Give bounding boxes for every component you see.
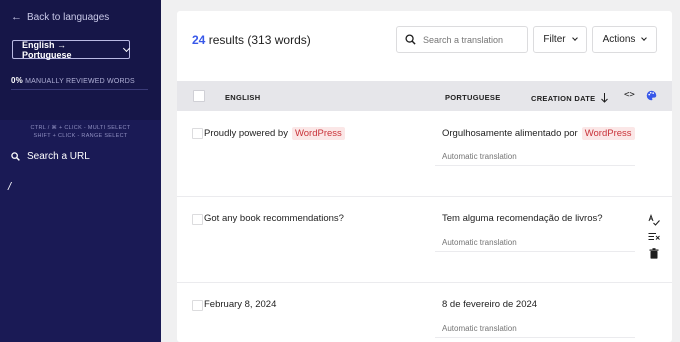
translation-status: Automatic translation <box>442 324 517 333</box>
source-text: Proudly powered by <box>204 128 288 139</box>
column-portuguese: PORTUGUESE <box>445 93 501 102</box>
select-all-checkbox[interactable] <box>193 90 205 102</box>
spellcheck-icon[interactable] <box>648 214 660 226</box>
translation-search[interactable] <box>396 26 528 53</box>
multi-select-hint: CTRL / ⌘ + CLICK - MULTI SELECT <box>30 125 131 131</box>
range-select-hint: SHIFT + CLICK - RANGE SELECT <box>33 133 128 139</box>
creation-date-label: CREATION DATE <box>531 93 596 103</box>
table-header: ENGLISH PORTUGUESE CREATION DATE <> <box>177 81 672 111</box>
translation-status: Automatic translation <box>442 238 517 247</box>
row-checkbox[interactable] <box>192 214 203 225</box>
code-view-icon[interactable]: <> <box>624 90 635 100</box>
translation-search-input[interactable] <box>423 34 523 45</box>
table-row[interactable]: February 8, 2024 8 de fevereiro de 2024 … <box>177 283 672 342</box>
table-row[interactable]: Got any book recommendations? Tem alguma… <box>177 197 672 283</box>
clear-translation-icon[interactable] <box>648 232 660 242</box>
row-checkbox[interactable] <box>192 300 203 311</box>
search-url-label: Search a URL <box>27 151 90 162</box>
source-cell: Proudly powered by WordPress <box>204 127 345 140</box>
results-count: 24 <box>192 33 206 47</box>
language-pair-select[interactable]: English → Portuguese <box>12 39 131 60</box>
filter-button[interactable]: Filter <box>533 26 587 53</box>
reviewed-percent: 0% <box>11 76 23 85</box>
target-text: Tem alguma recomendação de livros? <box>442 213 603 224</box>
language-pair-label: English → Portuguese <box>22 39 72 60</box>
search-icon <box>11 152 20 161</box>
back-to-languages-link[interactable]: ← Back to languages <box>11 11 109 23</box>
trash-icon[interactable] <box>649 248 659 259</box>
placeholder-tag: WordPress <box>291 127 345 140</box>
row-checkbox[interactable] <box>192 128 203 139</box>
target-text: 8 de fevereiro de 2024 <box>442 299 538 310</box>
search-url-button[interactable]: Search a URL <box>11 151 90 162</box>
results-text: results (313 words) <box>208 33 311 47</box>
source-cell: February 8, 2024 <box>204 299 276 310</box>
back-link-label: Back to languages <box>27 11 110 23</box>
row-tools <box>648 214 660 259</box>
target-text: Orgulhosamente alimentado por <box>442 128 578 139</box>
source-text: Got any book recommendations? <box>204 213 344 224</box>
search-icon <box>405 34 416 45</box>
translations-panel: 24 results (313 words) Filter Actions EN… <box>177 11 672 342</box>
source-text: February 8, 2024 <box>204 299 277 310</box>
translation-status: Automatic translation <box>442 152 517 161</box>
results-summary: 24 results (313 words) <box>192 33 311 47</box>
actions-button[interactable]: Actions <box>592 26 657 53</box>
reviewed-progress-bar <box>11 89 148 90</box>
chevron-down-icon <box>571 35 578 41</box>
placeholder-tag: WordPress <box>581 127 635 140</box>
sort-descending-icon <box>601 93 609 103</box>
chevron-down-icon <box>123 44 131 52</box>
chevron-down-icon <box>641 35 648 41</box>
target-cell[interactable]: Tem alguma recomendação de livros? <box>442 213 603 224</box>
filter-label: Filter <box>543 34 566 45</box>
reviewed-label: MANUALLY REVIEWED WORDS <box>25 78 135 85</box>
target-cell[interactable]: Orgulhosamente alimentado por WordPress <box>442 127 635 140</box>
column-creation-date[interactable]: CREATION DATE <box>531 93 609 103</box>
reviewed-words-stat: 0% MANUALLY REVIEWED WORDS <box>11 76 135 85</box>
source-cell: Got any book recommendations? <box>204 213 344 224</box>
table-row[interactable]: Proudly powered by WordPress Orgulhosame… <box>177 111 672 197</box>
arrow-left-icon: ← <box>11 11 22 23</box>
sidebar: ← Back to languages English → Portuguese… <box>0 0 161 342</box>
palette-icon[interactable] <box>646 90 657 101</box>
actions-label: Actions <box>602 34 636 45</box>
target-cell[interactable]: 8 de fevereiro de 2024 <box>442 299 537 310</box>
column-english: ENGLISH <box>225 93 261 102</box>
url-path-item[interactable]: / <box>8 181 11 193</box>
